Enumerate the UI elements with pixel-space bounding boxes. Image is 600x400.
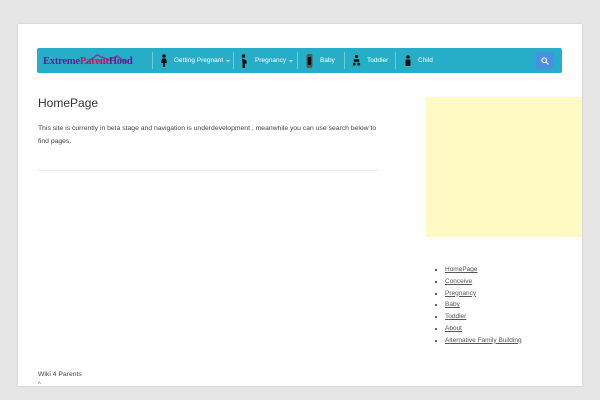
nav-label: Baby xyxy=(320,57,335,64)
nav-label: Child xyxy=(418,57,433,64)
nav-item-child[interactable]: Child xyxy=(403,48,433,73)
sidebar-link-homepage[interactable]: HomePage xyxy=(445,266,478,273)
list-item: Alternative Family Building xyxy=(445,335,522,347)
chevron-down-icon xyxy=(226,59,231,62)
sidebar-link-pregnancy[interactable]: Pregnancy xyxy=(445,290,476,297)
list-item: Conceive xyxy=(445,276,522,288)
sidebar-link-conceive[interactable]: Conceive xyxy=(445,278,472,285)
page-title: HomePage xyxy=(38,96,99,110)
search-icon xyxy=(541,56,549,65)
list-item: About xyxy=(445,323,522,335)
nav-separator xyxy=(233,52,234,69)
child-icon xyxy=(403,54,412,68)
search-button[interactable] xyxy=(536,52,554,69)
site-logo[interactable]: ExtremeParentHood xyxy=(43,53,146,70)
list-item: HomePage xyxy=(445,264,522,276)
nav-separator xyxy=(395,52,396,69)
nav-separator xyxy=(152,52,153,69)
sidebar-link-toddler[interactable]: Toddler xyxy=(445,313,466,320)
nav-separator xyxy=(344,52,345,69)
logo-text: ExtremeParentHood xyxy=(43,56,133,67)
list-item: Toddler xyxy=(445,311,522,323)
page-container: ExtremeParentHood Getting Pregnant Pregn… xyxy=(18,24,582,386)
logo-part-3: Hood xyxy=(108,56,133,67)
footer-site-name: Wiki 4 Parents xyxy=(38,371,82,378)
intro-text: This site is currently in beta stage and… xyxy=(38,125,377,145)
list-item: Baby xyxy=(445,299,522,311)
footer-caret-icon: ^ xyxy=(38,382,41,386)
logo-part-1: Extreme xyxy=(43,56,80,67)
woman-silhouette-icon xyxy=(159,54,168,68)
logo-part-2: Parent xyxy=(79,56,109,67)
sidebar-link-alternative-family-building[interactable]: Alternative Family Building xyxy=(445,337,522,344)
stroller-icon xyxy=(352,54,361,68)
sidebar-link-baby[interactable]: Baby xyxy=(445,301,460,308)
sidebar-ad-slot xyxy=(426,97,582,237)
list-item: Pregnancy xyxy=(445,288,522,300)
baby-bottle-icon xyxy=(305,53,314,68)
sidebar-link-list: HomePage Conceive Pregnancy Baby Toddler… xyxy=(426,264,522,347)
nav-item-baby[interactable]: Baby xyxy=(305,48,335,73)
chevron-down-icon xyxy=(289,59,294,62)
content-divider xyxy=(38,170,378,171)
nav-item-toddler[interactable]: Toddler xyxy=(352,48,388,73)
nav-separator xyxy=(297,52,298,69)
nav-item-getting-pregnant[interactable]: Getting Pregnant xyxy=(159,48,231,73)
sidebar-link-about[interactable]: About xyxy=(445,325,462,332)
top-navbar: ExtremeParentHood Getting Pregnant Pregn… xyxy=(37,48,562,73)
nav-label: Getting Pregnant xyxy=(174,57,224,64)
nav-item-pregnancy[interactable]: Pregnancy xyxy=(240,48,294,73)
pregnant-woman-icon xyxy=(240,53,249,68)
nav-label: Toddler xyxy=(367,57,389,64)
nav-label: Pregnancy xyxy=(255,57,287,64)
